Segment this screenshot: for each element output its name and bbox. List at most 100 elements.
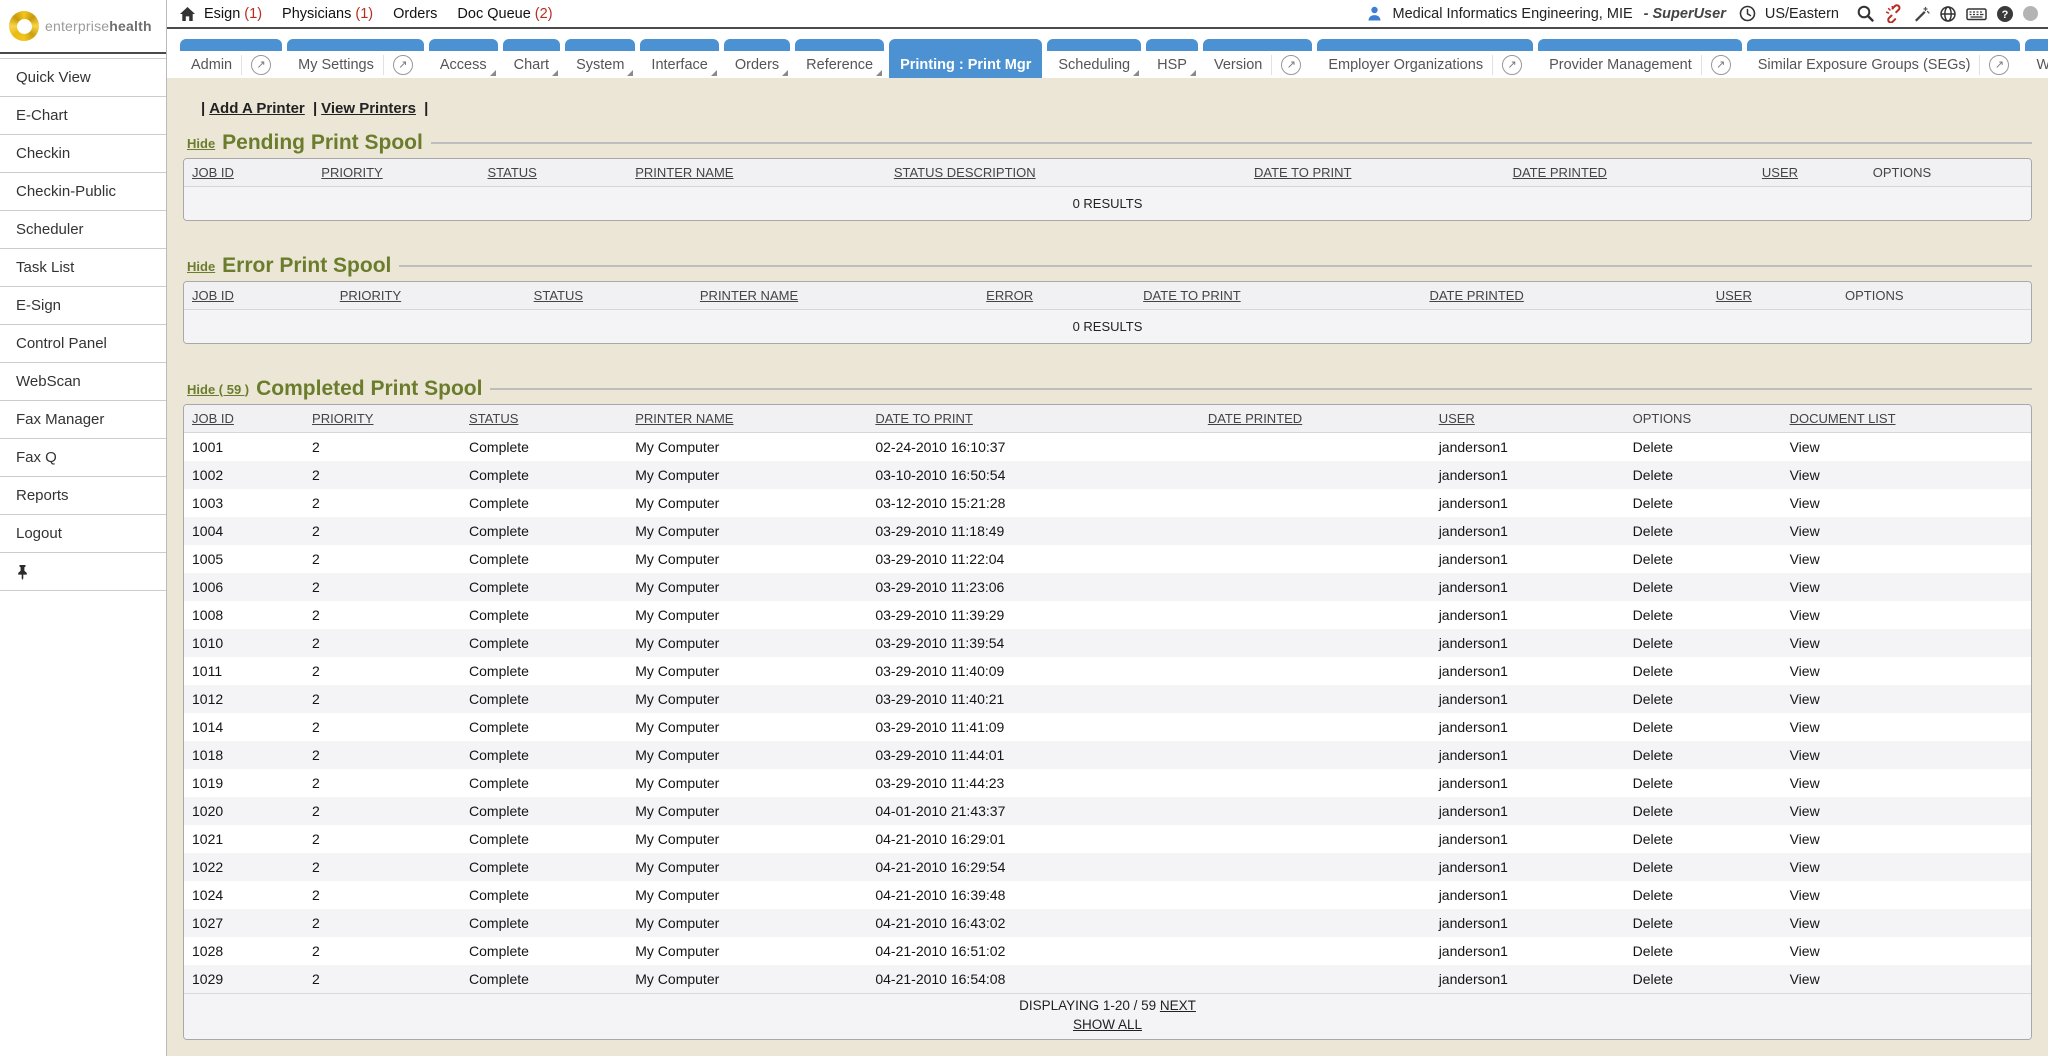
column-header-label[interactable]: USER: [1716, 288, 1752, 303]
help-icon[interactable]: ?: [1996, 5, 2014, 23]
brand-logo[interactable]: enterprisehealth: [0, 0, 166, 54]
tab-version[interactable]: Version↗: [1203, 39, 1312, 78]
column-header-label[interactable]: PRIORITY: [340, 288, 401, 303]
pending-col-job-id[interactable]: JOB ID: [184, 159, 313, 187]
sidebar-item-checkin-public[interactable]: Checkin-Public: [0, 173, 166, 211]
cell-document-list[interactable]: View: [1782, 685, 2031, 713]
column-header-label[interactable]: STATUS: [469, 411, 518, 426]
cell-options[interactable]: Delete: [1625, 909, 1782, 937]
next-page-link[interactable]: NEXT: [1160, 998, 1196, 1013]
column-header-label[interactable]: JOB ID: [192, 288, 234, 303]
wand-icon[interactable]: [1912, 5, 1930, 23]
tab-employer-organizations[interactable]: Employer Organizations↗: [1317, 39, 1533, 78]
sidebar-item-e-chart[interactable]: E-Chart: [0, 97, 166, 135]
completed-col-date-printed[interactable]: DATE PRINTED: [1200, 405, 1431, 433]
error-col-status[interactable]: STATUS: [526, 282, 692, 310]
cell-document-list[interactable]: View: [1782, 601, 2031, 629]
column-header-label[interactable]: DATE TO PRINT: [1143, 288, 1241, 303]
pending-col-date-printed[interactable]: DATE PRINTED: [1505, 159, 1754, 187]
cell-document-list[interactable]: View: [1782, 545, 2031, 573]
cell-document-list[interactable]: View: [1782, 797, 2031, 825]
cell-options[interactable]: Delete: [1625, 713, 1782, 741]
column-header-label[interactable]: USER: [1762, 165, 1798, 180]
error-col-user[interactable]: USER: [1708, 282, 1837, 310]
cell-options[interactable]: Delete: [1625, 461, 1782, 489]
cell-document-list[interactable]: View: [1782, 881, 2031, 909]
topnav-item-physicians[interactable]: Physicians (1): [282, 6, 373, 22]
cell-document-list[interactable]: View: [1782, 657, 2031, 685]
cell-document-list[interactable]: View: [1782, 853, 2031, 881]
organization-name[interactable]: Medical Informatics Engineering, MIE: [1392, 6, 1632, 22]
cell-document-list[interactable]: View: [1782, 629, 2031, 657]
topnav-item-esign[interactable]: Esign (1): [204, 6, 262, 22]
popout-arrow-icon[interactable]: ↗: [1711, 55, 1731, 75]
completed-col-date-to-print[interactable]: DATE TO PRINT: [867, 405, 1199, 433]
sidebar-item-fax-q[interactable]: Fax Q: [0, 439, 166, 477]
view-printers-link[interactable]: View Printers: [321, 100, 416, 117]
column-header-label[interactable]: PRINTER NAME: [635, 411, 733, 426]
column-header-label[interactable]: STATUS: [534, 288, 583, 303]
cell-document-list[interactable]: View: [1782, 461, 2031, 489]
pending-col-date-to-print[interactable]: DATE TO PRINT: [1246, 159, 1505, 187]
popout-arrow-icon[interactable]: ↗: [1281, 55, 1301, 75]
pending-col-printer-name[interactable]: PRINTER NAME: [627, 159, 886, 187]
column-header-label[interactable]: DATE PRINTED: [1208, 411, 1302, 426]
cell-options[interactable]: Delete: [1625, 965, 1782, 994]
pending-col-status[interactable]: STATUS: [480, 159, 628, 187]
cell-options[interactable]: Delete: [1625, 489, 1782, 517]
column-header-label[interactable]: PRINTER NAME: [635, 165, 733, 180]
column-header-label[interactable]: DATE PRINTED: [1513, 165, 1607, 180]
cell-options[interactable]: Delete: [1625, 937, 1782, 965]
error-col-error[interactable]: ERROR: [978, 282, 1135, 310]
sidebar-item-logout[interactable]: Logout: [0, 515, 166, 553]
cell-options[interactable]: Delete: [1625, 825, 1782, 853]
cell-document-list[interactable]: View: [1782, 769, 2031, 797]
column-header-label[interactable]: PRIORITY: [312, 411, 373, 426]
pending-hide-link[interactable]: Hide: [187, 136, 215, 151]
popout-arrow-icon[interactable]: ↗: [393, 55, 413, 75]
error-col-job-id[interactable]: JOB ID: [184, 282, 332, 310]
cell-options[interactable]: Delete: [1625, 741, 1782, 769]
search-icon[interactable]: [1856, 4, 1875, 23]
cell-document-list[interactable]: View: [1782, 489, 2031, 517]
column-header-label[interactable]: USER: [1439, 411, 1475, 426]
cell-document-list[interactable]: View: [1782, 573, 2031, 601]
column-header-label[interactable]: DATE TO PRINT: [875, 411, 973, 426]
cell-document-list[interactable]: View: [1782, 517, 2031, 545]
cell-document-list[interactable]: View: [1782, 433, 2031, 462]
column-header-label[interactable]: PRIORITY: [321, 165, 382, 180]
column-header-label[interactable]: PRINTER NAME: [700, 288, 798, 303]
tab-scheduling[interactable]: Scheduling: [1047, 39, 1141, 78]
pending-col-user[interactable]: USER: [1754, 159, 1865, 187]
cell-document-list[interactable]: View: [1782, 937, 2031, 965]
tab-similar-exposure-groups-segs[interactable]: Similar Exposure Groups (SEGs)↗: [1747, 39, 2021, 78]
tab-chart[interactable]: Chart: [503, 39, 560, 78]
keyboard-icon[interactable]: [1966, 6, 1987, 22]
cell-document-list[interactable]: View: [1782, 909, 2031, 937]
cell-document-list[interactable]: View: [1782, 825, 2031, 853]
popout-arrow-icon[interactable]: ↗: [1989, 55, 2009, 75]
column-header-label[interactable]: STATUS DESCRIPTION: [894, 165, 1036, 180]
globe-icon[interactable]: [1939, 5, 1957, 23]
cell-options[interactable]: Delete: [1625, 797, 1782, 825]
error-col-printer-name[interactable]: PRINTER NAME: [692, 282, 978, 310]
sidebar-item-scheduler[interactable]: Scheduler: [0, 211, 166, 249]
popout-arrow-icon[interactable]: ↗: [1502, 55, 1522, 75]
sidebar-item-task-list[interactable]: Task List: [0, 249, 166, 287]
cell-document-list[interactable]: View: [1782, 965, 2031, 994]
completed-hide-link[interactable]: Hide ( 59 ): [187, 382, 249, 397]
tab-admin[interactable]: Admin↗: [180, 39, 282, 78]
error-col-date-printed[interactable]: DATE PRINTED: [1421, 282, 1707, 310]
tab-access[interactable]: Access: [429, 39, 498, 78]
sidebar-item-webscan[interactable]: WebScan: [0, 363, 166, 401]
cell-options[interactable]: Delete: [1625, 573, 1782, 601]
completed-col-document-list[interactable]: DOCUMENT LIST: [1782, 405, 2031, 433]
tab-system[interactable]: System: [565, 39, 635, 78]
tab-interface[interactable]: Interface: [640, 39, 718, 78]
tab-hsp[interactable]: HSP: [1146, 39, 1198, 78]
completed-col-priority[interactable]: PRIORITY: [304, 405, 461, 433]
tab-orders[interactable]: Orders: [724, 39, 790, 78]
tab-provider-management[interactable]: Provider Management↗: [1538, 39, 1742, 78]
cell-options[interactable]: Delete: [1625, 517, 1782, 545]
topnav-item-orders[interactable]: Orders: [393, 6, 437, 22]
